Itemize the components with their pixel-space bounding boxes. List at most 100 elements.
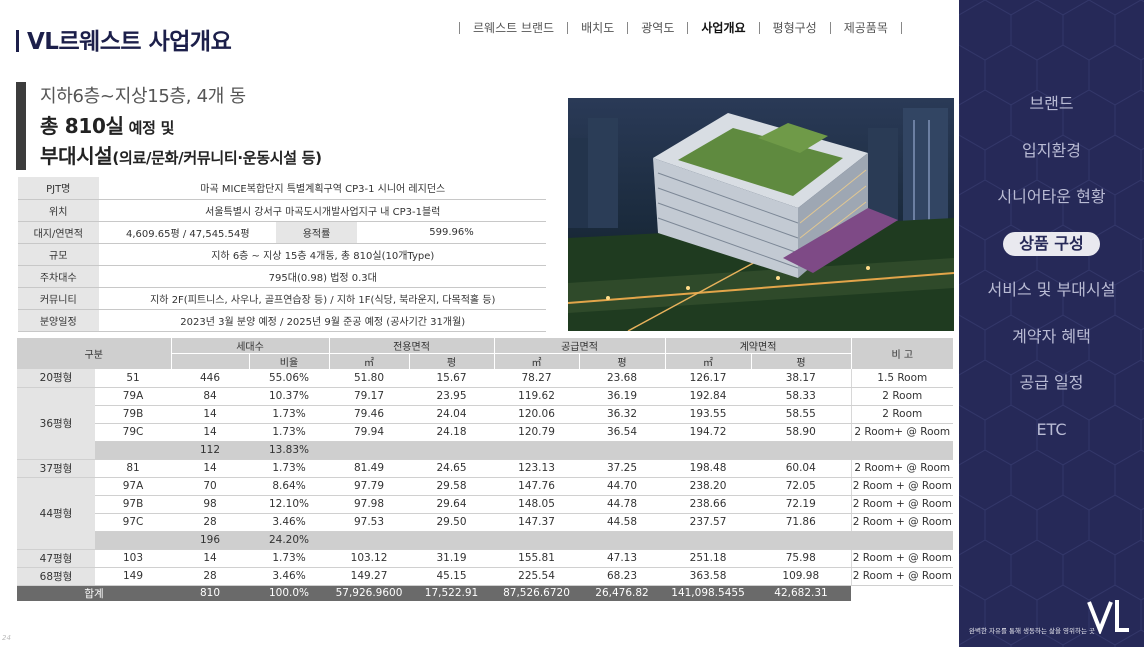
cell-supply-pyeong: 68.23 <box>579 567 666 586</box>
cell-contract-m2: 193.55 <box>665 405 752 424</box>
cell-contract-pyeong: 72.19 <box>751 495 852 514</box>
cell-blank <box>851 585 954 601</box>
table-row: 20평형 51 446 55.06% 51.80 15.67 78.27 23.… <box>17 369 954 388</box>
cell-exclusive-m2: 79.46 <box>329 405 410 424</box>
top-nav: 르웨스트 브랜드 배치도 광역도 사업개요 평형구성 제공품목 <box>446 19 915 36</box>
cell-supply-pyeong: 44.58 <box>579 513 666 532</box>
cell-type: 79B <box>95 405 171 424</box>
headline-units: 총 810실 예정 및 <box>40 112 322 142</box>
cell-supply-m2: 147.37 <box>494 513 580 532</box>
cell-exclusive-m2: 97.79 <box>329 477 410 496</box>
cell-supply-m2: 78.27 <box>494 369 580 388</box>
sidebar-item-services[interactable]: 서비스 및 부대시설 <box>959 276 1144 323</box>
nav-separator <box>459 21 460 34</box>
cell-exclusive-m2: 149.27 <box>329 567 410 586</box>
cell-blank <box>95 531 171 550</box>
cell-ratio: 3.46% <box>249 567 330 586</box>
cell-contract-m2: 363.58 <box>665 567 752 586</box>
cell-type: 79C <box>95 423 171 442</box>
col-header-households: 세대수 <box>170 338 330 354</box>
cell-exclusive-m2: 97.53 <box>329 513 410 532</box>
cell-ratio: 12.10% <box>249 495 330 514</box>
cell-supply-pyeong: 44.78 <box>579 495 666 514</box>
cell-contract-pyeong: 60.04 <box>751 459 852 478</box>
cell-contract-pyeong: 58.90 <box>751 423 852 442</box>
headline-facilities: 부대시설(의료/문화/커뮤니티·운동시설 등) <box>40 142 322 172</box>
page-title-text: VL르웨스트 사업개요 <box>27 29 232 55</box>
cell-count: 14 <box>171 549 249 568</box>
cell-exclusive-pyeong: 24.65 <box>409 459 495 478</box>
page-number: 24 <box>2 634 11 642</box>
cell-exclusive-m2: 79.94 <box>329 423 410 442</box>
info-label: 용적률 <box>276 221 357 244</box>
sidebar-item-senior-town[interactable]: 시니어타운 현황 <box>959 183 1144 230</box>
col-header-type: 구분 <box>17 338 171 369</box>
cell-total-supply-m2: 87,526.6720 <box>494 585 580 601</box>
info-label: PJT명 <box>18 177 100 200</box>
cell-note: 2 Room + @ Room <box>850 477 954 496</box>
sidebar-item-product[interactable]: 상품 구성 <box>959 230 1144 277</box>
cell-contract-m2: 238.66 <box>665 495 752 514</box>
cell-exclusive-pyeong: 23.95 <box>409 387 495 406</box>
cell-exclusive-pyeong: 24.18 <box>409 423 495 442</box>
col-subheader-pyeong: 평 <box>750 353 852 369</box>
cell-contract-m2: 237.57 <box>665 513 752 532</box>
sidebar-item-brand[interactable]: 브랜드 <box>959 90 1144 137</box>
headline-units-sub: 예정 및 <box>123 119 175 137</box>
cell-total-ratio: 100.0% <box>249 585 330 601</box>
cell-supply-m2: 119.62 <box>494 387 580 406</box>
info-value: 지하 2F(피트니스, 사우나, 골프연습장 등) / 지하 1F(식당, 북라… <box>99 287 547 310</box>
cell-ratio: 55.06% <box>249 369 330 388</box>
info-value: 서울특별시 강서구 마곡도시개발사업지구 내 CP3-1블럭 <box>99 199 547 222</box>
page-title: VL르웨스트 사업개요 <box>16 22 232 56</box>
nav-item-overview[interactable]: 사업개요 <box>701 19 745 36</box>
cell-type: 103 <box>95 549 171 568</box>
cell-note: 2 Room + @ Room <box>850 495 954 514</box>
table-row: 37평형 81 14 1.73% 81.49 24.65 123.13 37.2… <box>17 459 954 478</box>
cell-supply-m2: 120.06 <box>494 405 580 424</box>
sidebar-item-label: 계약자 혜택 <box>1012 326 1091 346</box>
cell-supply-m2: 148.05 <box>494 495 580 514</box>
cell-count: 446 <box>171 369 249 388</box>
cell-type: 51 <box>95 369 171 388</box>
headline-facilities-main: 부대시설 <box>40 144 113 168</box>
info-value: 4,609.65평 / 47,545.54평 <box>99 221 276 244</box>
info-label: 위치 <box>18 199 100 222</box>
cell-total-label: 합계 <box>17 585 171 601</box>
headline-facilities-sub: (의료/문화/커뮤니티·운동시설 등) <box>112 149 322 167</box>
nav-item-layout[interactable]: 배치도 <box>581 19 614 36</box>
cell-subtotal-ratio: 24.20% <box>249 531 330 550</box>
col-header-note: 비 고 <box>850 338 954 369</box>
sidebar-item-benefits[interactable]: 계약자 혜택 <box>959 323 1144 370</box>
cell-contract-pyeong: 75.98 <box>751 549 852 568</box>
cell-exclusive-pyeong: 29.64 <box>409 495 495 514</box>
cell-subtotal-count: 196 <box>171 531 249 550</box>
nav-item-brand[interactable]: 르웨스트 브랜드 <box>473 19 554 36</box>
cell-contract-pyeong: 71.86 <box>751 513 852 532</box>
sidebar-item-etc[interactable]: ETC <box>959 416 1144 463</box>
cell-supply-pyeong: 37.25 <box>579 459 666 478</box>
nav-item-floorplans[interactable]: 평형구성 <box>773 19 817 36</box>
cell-note: 2 Room + @ Room <box>850 549 954 568</box>
sidebar-item-location[interactable]: 입지환경 <box>959 137 1144 184</box>
col-header-exclusive-area: 전용면적 <box>328 338 495 354</box>
cell-contract-pyeong: 58.55 <box>751 405 852 424</box>
cell-contract-pyeong: 38.17 <box>751 369 852 388</box>
cell-count: 84 <box>171 387 249 406</box>
total-row: 합계 810 100.0% 57,926.9600 17,522.91 87,5… <box>17 585 954 601</box>
nav-separator <box>829 21 831 34</box>
nav-item-items[interactable]: 제공품목 <box>844 19 888 36</box>
building-rendering-svg <box>568 98 954 331</box>
col-subheader-pyeong: 평 <box>408 353 495 369</box>
sidebar-item-schedule[interactable]: 공급 일정 <box>959 369 1144 416</box>
cell-supply-pyeong: 36.32 <box>579 405 666 424</box>
cell-type: 79A <box>95 387 171 406</box>
cell-supply-m2: 147.76 <box>494 477 580 496</box>
col-subheader-blank <box>170 353 249 369</box>
sidebar-item-label: 공급 일정 <box>1019 373 1084 392</box>
cell-ratio: 1.73% <box>249 459 330 478</box>
cell-group: 37평형 <box>17 459 95 478</box>
nav-item-area-map[interactable]: 광역도 <box>641 19 674 36</box>
cell-type: 97C <box>95 513 171 532</box>
headline-units-main: 총 810실 <box>40 114 124 138</box>
